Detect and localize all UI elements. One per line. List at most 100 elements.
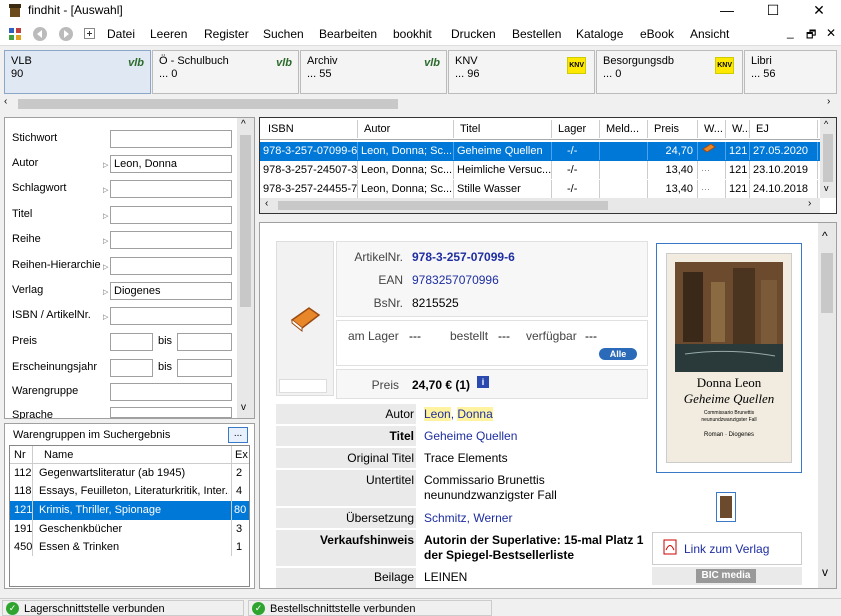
col-name[interactable]: Name: [44, 449, 73, 461]
cover-thumbnail[interactable]: [716, 492, 736, 522]
back-icon[interactable]: [32, 26, 48, 42]
menu-kataloge[interactable]: Kataloge: [576, 27, 623, 41]
scroll-left-icon[interactable]: ‹: [4, 96, 7, 107]
verlag-input[interactable]: Diogenes: [110, 282, 232, 300]
table-row-selected[interactable]: 978-3-257-07099-6 Leon, Donna; Sc... Geh…: [260, 142, 820, 161]
expand-arrow-icon[interactable]: ▷: [103, 161, 108, 169]
tab-schulbuch[interactable]: Ö - Schulbuch ... 0 vlb: [152, 50, 299, 94]
jahr-from-input[interactable]: [110, 359, 153, 377]
col-isbn[interactable]: ISBN: [260, 120, 358, 138]
table-row[interactable]: 450 Essen & Trinken 1: [10, 538, 249, 556]
cover-frame[interactable]: Donna Leon Geheime Quellen Commissario B…: [656, 243, 802, 473]
scroll-up-icon[interactable]: ^: [824, 119, 828, 129]
table-row[interactable]: 191 Geschenkbücher 3: [10, 520, 249, 538]
table-row[interactable]: 978-3-257-24507-3 Leon, Donna; Sc... Hei…: [260, 161, 820, 180]
uebersetzung-value[interactable]: Schmitz, Werner: [424, 511, 512, 525]
autor-lastname[interactable]: Leon: [424, 407, 451, 421]
menu-datei[interactable]: Datei: [107, 27, 135, 41]
col-titel[interactable]: Titel: [454, 120, 552, 138]
close-button[interactable]: ✕: [796, 0, 841, 22]
stichwort-input[interactable]: [110, 130, 232, 148]
scroll-left-icon[interactable]: ‹: [265, 198, 268, 209]
tab-vlb[interactable]: VLB 90 vlb: [4, 50, 151, 94]
col-ex[interactable]: Ex: [235, 449, 248, 461]
scrollbar-thumb[interactable]: [18, 99, 398, 109]
scroll-right-icon[interactable]: ›: [827, 96, 830, 107]
minimize-button[interactable]: —: [704, 0, 750, 22]
col-ej[interactable]: EJ: [750, 120, 818, 138]
col-preis[interactable]: Preis: [648, 120, 698, 138]
grid-vscrollbar[interactable]: ^ v: [820, 118, 836, 198]
grid-hscrollbar[interactable]: ‹ ›: [260, 198, 820, 213]
tab-knv[interactable]: KNV ... 96 KNV: [448, 50, 595, 94]
menu-bestellen[interactable]: Bestellen: [512, 27, 561, 41]
expand-arrow-icon[interactable]: ▷: [103, 313, 108, 321]
expand-arrow-icon[interactable]: ▷: [103, 212, 108, 220]
scroll-up-icon[interactable]: ^: [822, 229, 828, 243]
detail-scrollbar[interactable]: ^ v: [818, 223, 836, 588]
scroll-right-icon[interactable]: ›: [808, 198, 811, 209]
scrollbar-thumb[interactable]: [278, 201, 608, 210]
preis-to-input[interactable]: [177, 333, 232, 351]
expand-arrow-icon[interactable]: ▷: [103, 186, 108, 194]
scroll-up-icon[interactable]: ^: [241, 119, 246, 130]
isbn-input[interactable]: [110, 307, 232, 325]
forward-icon[interactable]: [58, 26, 74, 42]
mdi-close-button[interactable]: ✕: [826, 26, 836, 40]
expand-icon[interactable]: [84, 28, 96, 40]
grid-icon[interactable]: [8, 27, 22, 41]
autor-firstname[interactable]: Donna: [457, 407, 493, 421]
search-scrollbar[interactable]: ^ v: [237, 118, 254, 418]
table-row[interactable]: 118 Essays, Feuilleton, Literaturkritik,…: [10, 483, 249, 501]
scrollbar-thumb[interactable]: [821, 253, 833, 313]
tabs-scrollbar[interactable]: ‹ ›: [0, 96, 841, 112]
titel-value[interactable]: Geheime Quellen: [424, 429, 517, 443]
scroll-down-icon[interactable]: v: [824, 183, 829, 193]
menu-ebook[interactable]: eBook: [640, 27, 674, 41]
col-nr[interactable]: Nr: [14, 449, 26, 461]
menu-suchen[interactable]: Suchen: [263, 27, 304, 41]
reihe-input[interactable]: [110, 231, 232, 249]
col-meld[interactable]: Meld...: [600, 120, 648, 138]
bic-logo[interactable]: BIC media: [696, 569, 756, 583]
menu-ansicht[interactable]: Ansicht: [690, 27, 729, 41]
link-verlag[interactable]: Link zum Verlag: [684, 542, 769, 556]
tab-libri[interactable]: Libri ... 56: [744, 50, 837, 94]
col-w1[interactable]: W...: [698, 120, 726, 138]
scrollbar-thumb[interactable]: [240, 135, 251, 307]
col-w2[interactable]: W...: [726, 120, 750, 138]
tab-archiv[interactable]: Archiv ... 55 vlb: [300, 50, 447, 94]
info-icon[interactable]: i: [477, 376, 489, 388]
alle-button[interactable]: Alle: [599, 348, 637, 360]
menu-bearbeiten[interactable]: Bearbeiten: [319, 27, 377, 41]
reihen-hierarchie-input[interactable]: [110, 257, 232, 275]
col-autor[interactable]: Autor: [358, 120, 454, 138]
table-row[interactable]: 978-3-257-24455-7 Leon, Donna; Sc... Sti…: [260, 180, 820, 199]
mdi-minimize-button[interactable]: _: [787, 25, 794, 39]
expand-arrow-icon[interactable]: ▷: [103, 288, 108, 296]
menu-leeren[interactable]: Leeren: [150, 27, 187, 41]
titel-input[interactable]: [110, 206, 232, 224]
schlagwort-input[interactable]: [110, 180, 232, 198]
scroll-down-icon[interactable]: v: [822, 565, 828, 579]
more-button[interactable]: ...: [228, 427, 248, 443]
mdi-restore-button[interactable]: 🗗: [806, 26, 816, 45]
ean-value[interactable]: 9783257070996: [412, 273, 499, 287]
table-row[interactable]: 112 Gegenwartsliteratur (ab 1945) 2: [10, 465, 249, 483]
preis-from-input[interactable]: [110, 333, 153, 351]
jahr-to-input[interactable]: [177, 359, 232, 377]
maximize-button[interactable]: ☐: [750, 0, 796, 22]
autor-input[interactable]: Leon, Donna: [110, 155, 232, 173]
col-lager[interactable]: Lager: [552, 120, 600, 138]
table-row-selected[interactable]: 121 Krimis, Thriller, Spionage 80: [10, 501, 249, 520]
autor-value[interactable]: Leon, Donna: [424, 407, 493, 421]
menu-drucken[interactable]: Drucken: [451, 27, 496, 41]
menu-register[interactable]: Register: [204, 27, 249, 41]
warengruppe-input[interactable]: [110, 383, 232, 401]
scroll-down-icon[interactable]: v: [241, 402, 246, 413]
expand-arrow-icon[interactable]: ▷: [103, 263, 108, 271]
sprache-input[interactable]: [110, 407, 232, 418]
menu-bookhit[interactable]: bookhit: [393, 27, 432, 41]
expand-arrow-icon[interactable]: ▷: [103, 237, 108, 245]
tab-besorgungsdb[interactable]: Besorgungsdb ... 0 KNV: [596, 50, 743, 94]
